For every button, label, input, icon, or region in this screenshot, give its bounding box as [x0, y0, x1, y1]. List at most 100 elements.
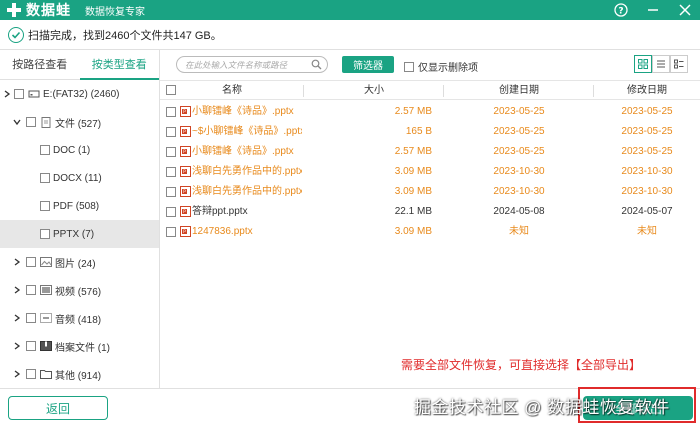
tree-item-videos[interactable]: 视频 (576) [0, 276, 159, 304]
chevron-right-icon[interactable] [12, 341, 22, 351]
chevron-right-icon[interactable] [12, 257, 22, 267]
tree-item-doc[interactable]: DOC (1) [0, 136, 159, 164]
view-switcher [634, 55, 688, 73]
tree-checkbox[interactable] [14, 89, 24, 99]
tree-item-label: 图片 (24) [55, 258, 96, 270]
tree-checkbox[interactable] [40, 173, 50, 183]
scan-status-bar: 扫描完成，找到2460个文件共147 GB。 [0, 20, 700, 50]
cell-size: 22.1 MB [394, 206, 432, 217]
minimize-icon[interactable] [646, 3, 660, 17]
header-modified[interactable]: 修改日期 [594, 81, 700, 101]
header-size[interactable]: 大小 [304, 81, 444, 101]
filter-button[interactable]: 筛选器 [342, 56, 394, 73]
pptx-file-icon: P [180, 226, 191, 237]
tree-item-archives[interactable]: 档案文件 (1) [0, 332, 159, 360]
back-button[interactable]: 返回 [8, 396, 108, 420]
header-name[interactable]: 名称 [160, 81, 304, 101]
tab-by-path[interactable]: 按路径查看 [0, 50, 80, 80]
grid-view-icon[interactable] [634, 55, 652, 73]
chevron-down-icon[interactable] [12, 117, 22, 127]
row-checkbox[interactable] [166, 227, 176, 237]
tree-item-other[interactable]: 其他 (914) [0, 360, 159, 388]
bottom-bar: 返回 全部导出 [0, 388, 700, 428]
svg-text:P: P [183, 149, 186, 155]
tab-by-type[interactable]: 按类型查看 [79, 50, 159, 80]
chevron-right-icon[interactable] [12, 285, 22, 295]
tree-item-pdf[interactable]: PDF (508) [0, 192, 159, 220]
tree-item-drive[interactable]: E:(FAT32) (2460) [0, 80, 159, 108]
table-row[interactable]: P ~$小聊镭峰《诗品》.pptx 165 B 2023-05-25 2023-05-2… [160, 122, 700, 142]
close-icon[interactable] [678, 3, 692, 17]
cell-size: 3.09 MB [394, 226, 432, 237]
help-icon[interactable]: ? [614, 3, 628, 17]
cell-size: 3.09 MB [394, 186, 432, 197]
cell-created: 2024-05-08 [493, 206, 545, 217]
row-checkbox[interactable] [166, 187, 176, 197]
svg-text:P: P [183, 189, 186, 195]
tree-checkbox[interactable] [26, 117, 36, 127]
archive-icon [40, 341, 52, 352]
only-deleted-toggle[interactable]: 仅显示删除项 [404, 59, 478, 74]
folder-icon [40, 369, 52, 380]
chevron-right-icon[interactable] [12, 313, 22, 323]
table-row[interactable]: P 1247836.pptx 3.09 MB 未知 未知 [160, 222, 700, 242]
search-input[interactable]: 在此处输入文件名称或路径 [176, 56, 328, 73]
cell-name: 小聊镭峰《诗品》.pptx [192, 146, 294, 157]
row-checkbox[interactable] [166, 147, 176, 157]
search-icon[interactable] [311, 59, 322, 72]
image-icon [40, 257, 52, 268]
svg-text:?: ? [618, 7, 623, 17]
cell-modified: 2023-05-25 [621, 146, 673, 157]
audio-icon [40, 313, 52, 324]
only-deleted-checkbox[interactable] [404, 61, 414, 72]
app-subtitle: 数据恢复专家 [85, 6, 145, 18]
table-row[interactable]: P 小聊镭峰《诗品》.pptx 2.57 MB 2023-05-25 2023-05-2… [160, 102, 700, 122]
cell-name: ~$小聊镭峰《诗品》.pptx [192, 126, 302, 137]
table-row[interactable]: P 浅聊白先勇作品中的.pptx 3.09 MB 2023-10-30 2023-10-… [160, 162, 700, 182]
cell-size: 2.57 MB [394, 106, 432, 117]
header-created[interactable]: 创建日期 [444, 81, 594, 101]
row-checkbox[interactable] [166, 167, 176, 177]
cell-size: 165 B [405, 126, 432, 137]
tree-checkbox[interactable] [40, 229, 50, 239]
pptx-file-icon: P [180, 186, 191, 197]
export-all-button[interactable]: 全部导出 [583, 396, 693, 420]
tree-item-documents[interactable]: 文件 (527) [0, 108, 159, 136]
table-row[interactable]: P 小聊镭峰《诗品》.pptx 2.57 MB 2023-05-25 2023-05-2… [160, 142, 700, 162]
row-checkbox[interactable] [166, 127, 176, 137]
tree-checkbox[interactable] [26, 285, 36, 295]
tree-item-docx[interactable]: DOCX (11) [0, 164, 159, 192]
chevron-right-icon[interactable] [12, 369, 22, 379]
tree-item-audio[interactable]: 音频 (418) [0, 304, 159, 332]
svg-text:P: P [183, 209, 186, 215]
tree-item-pptx[interactable]: PPTX (7) [0, 220, 159, 248]
cell-name: 1247836.pptx [192, 226, 253, 237]
detail-view-icon[interactable] [670, 55, 688, 73]
tree-item-label: 文件 (527) [55, 118, 102, 130]
left-panel: 按路径查看 按类型查看 E:(FAT32) (2460) 文件 (527) DO… [0, 50, 160, 388]
list-view-icon[interactable] [652, 55, 670, 73]
svg-text:P: P [183, 169, 186, 175]
tree-item-label: PDF (508) [53, 200, 100, 212]
cell-size: 3.09 MB [394, 166, 432, 177]
tree-checkbox[interactable] [26, 341, 36, 351]
only-deleted-label: 仅显示删除项 [418, 63, 478, 74]
table-row[interactable]: P 浅聊白先勇作品中的.pptx 3.09 MB 2023-10-30 2023-10-… [160, 182, 700, 202]
check-circle-icon [8, 26, 24, 43]
cell-modified: 2023-05-25 [621, 106, 673, 117]
tree-item-images[interactable]: 图片 (24) [0, 248, 159, 276]
tree-checkbox[interactable] [26, 257, 36, 267]
tree-checkbox[interactable] [26, 313, 36, 323]
table-row[interactable]: P 答辩ppt.pptx 22.1 MB 2024-05-08 2024-05-07 [160, 202, 700, 222]
row-checkbox[interactable] [166, 107, 176, 117]
tree-checkbox[interactable] [26, 369, 36, 379]
video-icon [40, 285, 52, 296]
svg-text:P: P [183, 129, 186, 135]
search-placeholder: 在此处输入文件名称或路径 [185, 59, 288, 70]
row-checkbox[interactable] [166, 207, 176, 217]
chevron-right-icon[interactable] [2, 89, 12, 99]
tree-item-label: DOCX (11) [53, 172, 102, 184]
tree-checkbox[interactable] [40, 145, 50, 155]
cell-created: 2023-05-25 [493, 106, 545, 117]
tree-checkbox[interactable] [40, 201, 50, 211]
